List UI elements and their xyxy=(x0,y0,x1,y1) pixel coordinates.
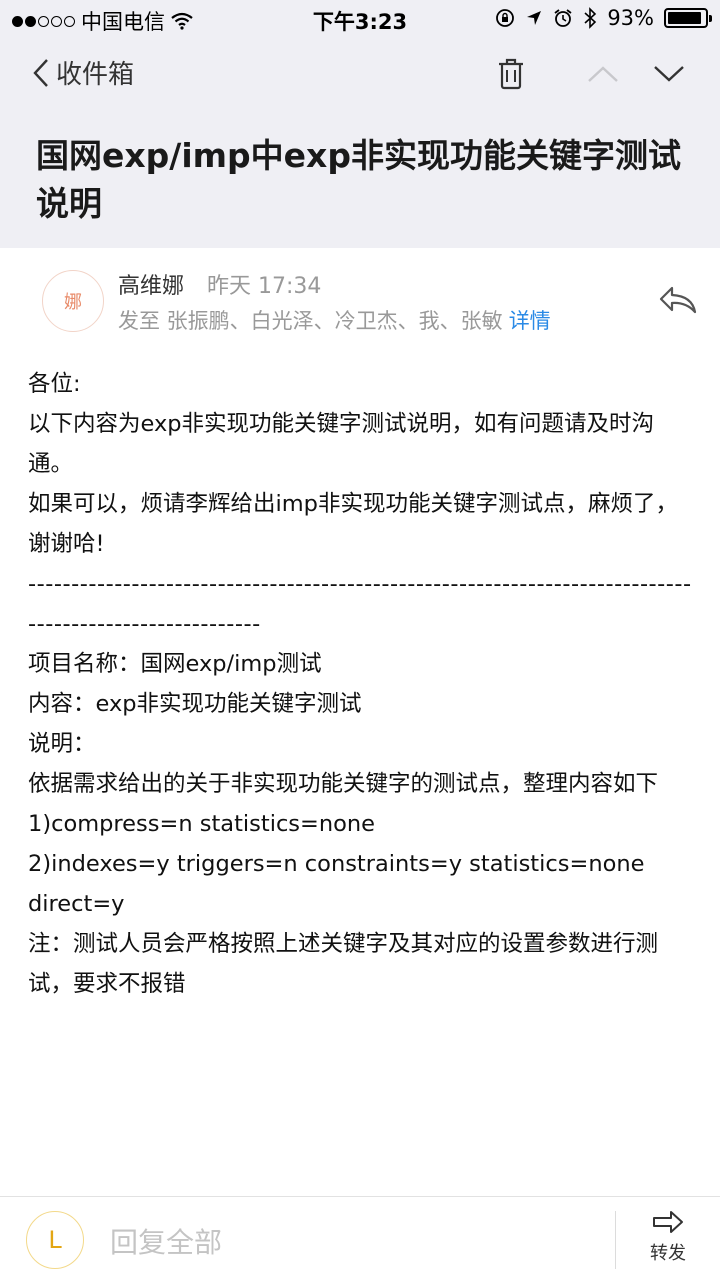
sender-avatar[interactable]: 娜 xyxy=(42,270,104,332)
sender-name[interactable]: 高维娜 xyxy=(118,268,184,300)
forward-icon xyxy=(653,1211,683,1233)
delete-button[interactable] xyxy=(491,54,531,94)
reply-all-input[interactable]: 回复全部 xyxy=(110,1221,222,1261)
battery-icon xyxy=(664,8,712,28)
bottom-toolbar: L 回复全部 转发 xyxy=(0,1196,720,1280)
forward-label: 转发 xyxy=(650,1243,686,1264)
mail-body: 各位: 以下内容为exp非实现功能关键字测试说明，如有问题请及时沟通。 如果可以… xyxy=(28,364,698,1004)
recipients-line: 发至 张振鹏、白光泽、冷卫杰、我、张敏 详情 xyxy=(118,305,551,335)
mail-header: 收件箱 国网exp/imp中exp非实现功能关键字测试说明 xyxy=(0,36,720,248)
forward-button[interactable]: 转发 xyxy=(630,1209,706,1273)
body-paragraph: 2)indexes=y triggers=n constraints=y sta… xyxy=(28,851,652,917)
battery-percent: 93% xyxy=(607,6,654,30)
mail-time: 昨天 17:34 xyxy=(207,274,322,299)
previous-mail-button[interactable] xyxy=(583,54,623,94)
status-right: 93% xyxy=(495,6,712,30)
body-paragraph: 各位: xyxy=(28,371,81,397)
trash-icon xyxy=(499,58,523,90)
next-mail-button[interactable] xyxy=(649,54,689,94)
mail-subject: 国网exp/imp中exp非实现功能关键字测试说明 xyxy=(36,136,681,223)
body-paragraph: 1)compress=n statistics=none xyxy=(28,811,376,837)
battery-level xyxy=(668,12,702,24)
alarm-icon xyxy=(554,9,572,27)
nav-bar: 收件箱 xyxy=(0,36,720,112)
body-paragraph: 说明： xyxy=(28,731,96,757)
body-paragraph: 注：测试人员会严格按照上述关键字及其对应的设置参数进行测试，要求不报错 xyxy=(28,931,659,997)
rotation-lock-icon xyxy=(496,9,515,27)
reply-icon[interactable] xyxy=(658,284,698,316)
chevron-down-icon xyxy=(654,66,684,82)
back-label: 收件箱 xyxy=(56,60,135,90)
back-button[interactable]: 收件箱 xyxy=(32,54,134,91)
body-paragraph: 依据需求给出的关于非实现功能关键字的测试点，整理内容如下 xyxy=(28,771,659,797)
location-arrow-icon xyxy=(527,11,542,25)
body-paragraph: 项目名称：国网exp/imp测试 xyxy=(28,651,322,677)
recipients-list: 发至 张振鹏、白光泽、冷卫杰、我、张敏 xyxy=(118,309,503,333)
body-paragraph: 如果可以，烦请李辉给出imp非实现功能关键字测试点，麻烦了，谢谢哈! xyxy=(28,491,678,557)
body-paragraph: 内容：exp非实现功能关键字测试 xyxy=(28,691,362,717)
my-avatar: L xyxy=(26,1211,84,1269)
bluetooth-icon xyxy=(584,7,597,29)
sender-info: 娜 高维娜 昨天 17:34 发至 张振鹏、白光泽、冷卫杰、我、张敏 详情 xyxy=(0,248,720,348)
body-paragraph: 以下内容为exp非实现功能关键字测试说明，如有问题请及时沟通。 xyxy=(28,411,655,477)
details-link[interactable]: 详情 xyxy=(509,309,551,333)
status-bar: 中国电信 下午3:23 93% xyxy=(0,0,720,36)
body-divider: ----------------------------------------… xyxy=(28,571,692,637)
chevron-left-icon xyxy=(33,58,48,87)
toolbar-divider xyxy=(615,1211,616,1269)
chevron-up-icon xyxy=(588,66,618,82)
